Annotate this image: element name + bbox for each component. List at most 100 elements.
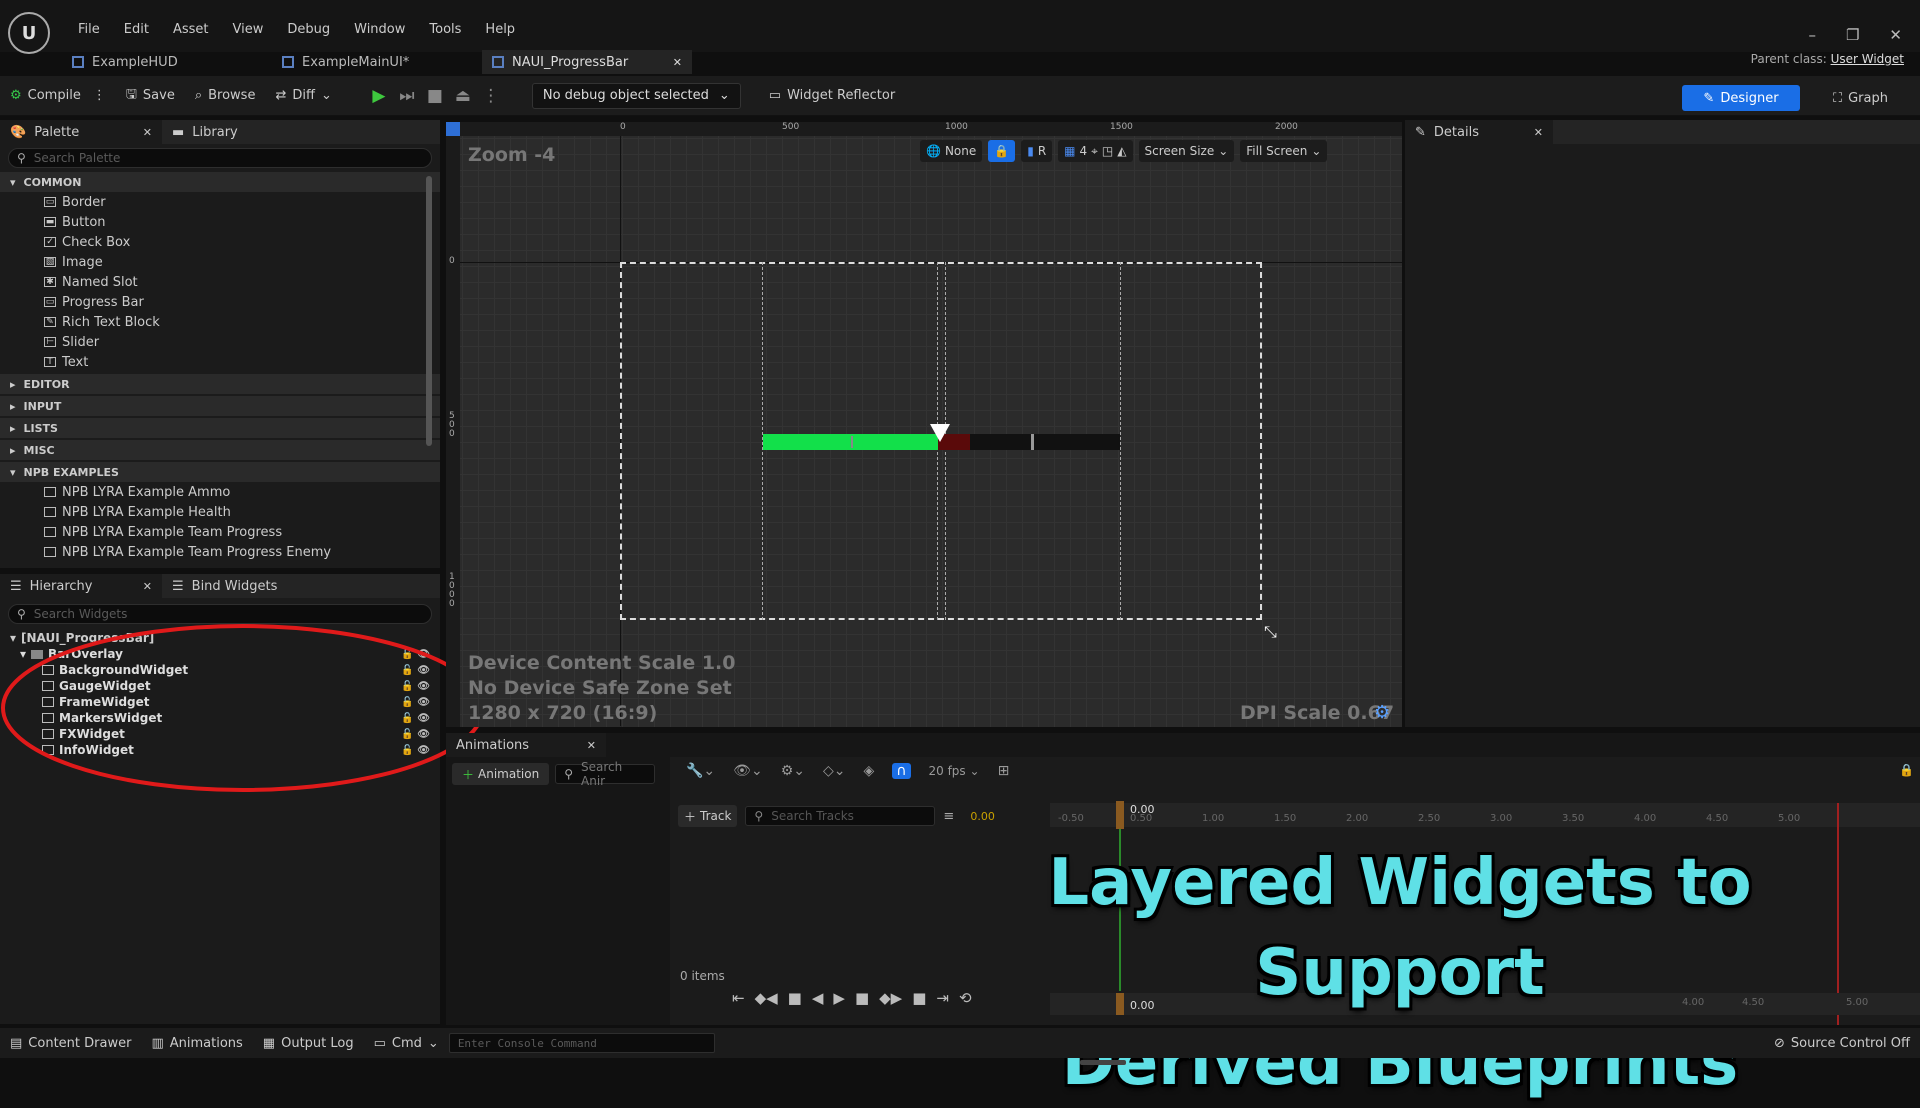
palette-item-npb[interactable]: NPB LYRA Example Team Progress Enemy	[0, 542, 440, 562]
menu-tools[interactable]: Tools	[417, 22, 473, 37]
next-key-icon[interactable]: ◆▶	[879, 989, 902, 1007]
menu-asset[interactable]: Asset	[161, 22, 221, 37]
lock-toggle[interactable]: 🔒	[988, 140, 1016, 162]
designer-button[interactable]: ✎ Designer	[1682, 85, 1800, 111]
palette-item-npb[interactable]: NPB LYRA Example Team Progress	[0, 522, 440, 542]
close-tab-icon[interactable]: ✕	[143, 580, 152, 593]
wrench-icon[interactable]: 🔧⌄	[686, 763, 715, 779]
tab-palette[interactable]: 🎨 Palette ✕	[0, 120, 162, 144]
settings-icon[interactable]: ⚙⌄	[781, 763, 805, 779]
resize-handle-icon[interactable]: ⤡	[1264, 622, 1277, 642]
play-icon[interactable]: ▶	[366, 83, 392, 109]
curve-editor-icon[interactable]: ⊞	[998, 763, 1010, 779]
close-tab-icon[interactable]: ✕	[673, 56, 682, 69]
tab-bind-widgets[interactable]: ☰ Bind Widgets	[162, 574, 287, 598]
add-animation-button[interactable]: ＋ Animation	[452, 763, 550, 785]
parent-class-link[interactable]: User Widget	[1831, 52, 1904, 66]
debug-object-select[interactable]: No debug object selected ⌄	[531, 82, 741, 109]
close-icon[interactable]: ✕	[1889, 26, 1902, 44]
menu-debug[interactable]: Debug	[275, 22, 342, 37]
jump-start-icon[interactable]: ⇤	[732, 989, 745, 1007]
play-options-icon[interactable]: ⋮	[478, 83, 504, 109]
close-tab-icon[interactable]: ✕	[143, 126, 152, 139]
category-misc[interactable]: ▸ MISC	[0, 440, 440, 460]
drawer-grip-handle[interactable]	[1080, 1060, 1126, 1065]
eye-icon[interactable]: 👁⌄	[733, 763, 763, 779]
next-frame-icon[interactable]: ■	[855, 989, 869, 1007]
palette-item[interactable]: ✎ Rich Text Block	[0, 312, 440, 332]
category-npb-examples[interactable]: ▾ NPB EXAMPLES	[0, 462, 440, 482]
dpi-settings-gear-icon[interactable]: ⚙	[1374, 702, 1390, 723]
console-command-input[interactable]: Enter Console Command	[448, 1033, 715, 1053]
cmd-select[interactable]: ▭ Cmd ⌄	[364, 1036, 449, 1051]
category-common[interactable]: ▾ COMMON	[0, 172, 440, 192]
output-log-button[interactable]: ▦ Output Log	[253, 1036, 364, 1051]
tab-details[interactable]: ✎ Details ✕	[1405, 120, 1553, 144]
menu-edit[interactable]: Edit	[112, 22, 161, 37]
diff-button[interactable]: ⇄ Diff ⌄	[265, 81, 341, 111]
palette-item[interactable]: ▭ Progress Bar	[0, 292, 440, 312]
tab-example-main-ui[interactable]: ExampleMainUI*	[272, 50, 482, 74]
palette-item-npb[interactable]: NPB LYRA Example Health	[0, 502, 440, 522]
respect-locks-toggle[interactable]: ▮ R	[1021, 140, 1053, 162]
stop-icon[interactable]: ■	[422, 83, 448, 109]
minimize-icon[interactable]: –	[1808, 26, 1816, 44]
palette-item[interactable]: ▭ Border	[0, 192, 440, 212]
prev-key-icon[interactable]: ◆◀	[755, 989, 778, 1007]
add-track-button[interactable]: ＋ Track	[678, 805, 738, 827]
compile-button[interactable]: ⚙ Compile ⋮	[0, 81, 116, 111]
eject-icon[interactable]: ⏏	[450, 83, 476, 109]
kebab-menu-icon[interactable]: ⋮	[93, 88, 106, 103]
grid-snap-toggle[interactable]: ▦ 4 ⌖ ◳ ◭	[1058, 140, 1133, 162]
palette-item[interactable]: ⊢ Slider	[0, 332, 440, 352]
close-tab-icon[interactable]: ✕	[1534, 126, 1543, 139]
tab-naui-progressbar[interactable]: NAUI_ProgressBar ✕	[482, 50, 692, 74]
filter-icon[interactable]: ≡	[943, 809, 954, 824]
play-icon[interactable]: ▶	[833, 989, 845, 1007]
step-icon[interactable]: ⏭	[394, 83, 420, 109]
category-lists[interactable]: ▸ LISTS	[0, 418, 440, 438]
browse-button[interactable]: ⌕ Browse	[185, 81, 266, 111]
close-tab-icon[interactable]: ✕	[587, 739, 596, 752]
palette-item-npb[interactable]: NPB LYRA Example Ammo	[0, 482, 440, 502]
tab-library[interactable]: ▬ Library	[162, 120, 248, 144]
palette-item[interactable]: ✓ Check Box	[0, 232, 440, 252]
fps-select[interactable]: 20 fps ⌄	[929, 764, 980, 778]
palette-item[interactable]: ✱ Named Slot	[0, 272, 440, 292]
animations-drawer-button[interactable]: ▥ Animations	[141, 1036, 252, 1051]
snap-magnet-icon[interactable]: ∩	[892, 763, 911, 779]
source-control-button[interactable]: ⊘ Source Control Off	[1764, 1036, 1920, 1051]
key-icon[interactable]: ◇⌄	[823, 763, 846, 779]
category-input[interactable]: ▸ INPUT	[0, 396, 440, 416]
screen-size-select[interactable]: Screen Size ⌄	[1138, 140, 1235, 162]
animation-search-input[interactable]: ⚲ Search Anir	[555, 760, 656, 788]
tab-example-hud[interactable]: ExampleHUD	[62, 50, 272, 74]
category-editor[interactable]: ▸ EDITOR	[0, 374, 440, 394]
lock-icon[interactable]: 🔒	[1899, 763, 1914, 777]
localization-select[interactable]: 🌐 None	[920, 140, 983, 162]
tab-hierarchy[interactable]: ☰ Hierarchy ✕	[0, 574, 162, 598]
menu-file[interactable]: File	[66, 22, 112, 37]
menu-help[interactable]: Help	[473, 22, 527, 37]
fill-screen-select[interactable]: Fill Screen ⌄	[1240, 140, 1328, 162]
current-time-field[interactable]: 0.00	[970, 810, 995, 823]
save-button[interactable]: 🖫 Save	[116, 81, 185, 111]
unreal-logo-icon[interactable]: U	[8, 12, 50, 54]
menu-window[interactable]: Window	[342, 22, 417, 37]
reverse-icon[interactable]: ◀	[812, 989, 824, 1007]
prev-frame-icon[interactable]: ■	[788, 989, 802, 1007]
tab-animations[interactable]: Animations ✕	[446, 733, 606, 757]
widget-reflector-button[interactable]: ▭ Widget Reflector	[759, 81, 905, 111]
restore-icon[interactable]: ❐	[1846, 26, 1859, 44]
content-drawer-button[interactable]: ▤ Content Drawer	[0, 1036, 141, 1051]
menu-view[interactable]: View	[221, 22, 276, 37]
graph-button[interactable]: ⛶ Graph	[1833, 85, 1888, 111]
track-search-input[interactable]: ⚲ Search Tracks	[745, 806, 936, 826]
palette-item[interactable]: T Text	[0, 352, 440, 372]
palette-scrollbar[interactable]	[426, 176, 432, 446]
playhead-handle[interactable]	[1116, 801, 1124, 829]
keyframe-icon[interactable]: ◈	[863, 763, 874, 779]
palette-search-input[interactable]: ⚲ Search Palette	[8, 148, 432, 168]
palette-item[interactable]: ▬ Button	[0, 212, 440, 232]
palette-item[interactable]: ▧ Image	[0, 252, 440, 272]
